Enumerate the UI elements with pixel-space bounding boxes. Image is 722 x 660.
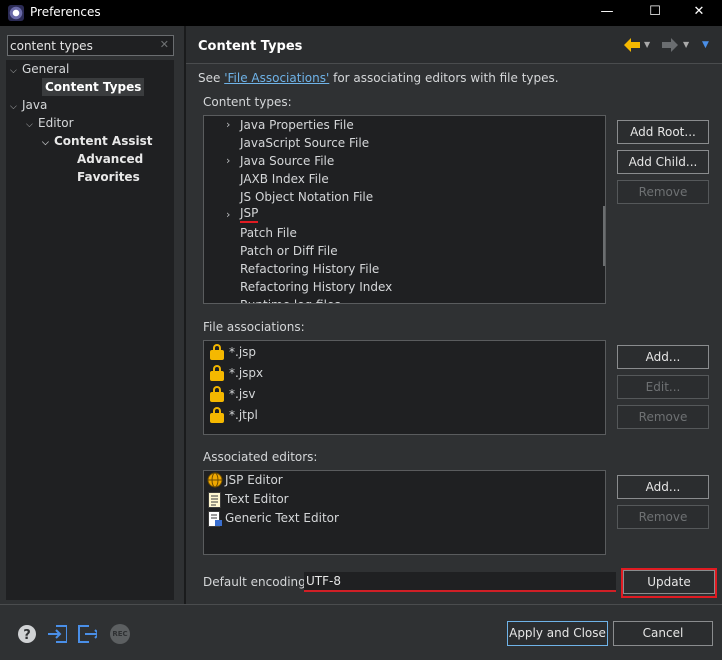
- list-item[interactable]: Generic Text Editor: [204, 509, 604, 528]
- import-icon[interactable]: [47, 624, 67, 644]
- export-icon[interactable]: [77, 624, 97, 644]
- tree-item-label: General: [22, 62, 70, 76]
- list-item[interactable]: JAXB Index File: [204, 170, 604, 188]
- list-item[interactable]: JavaScript Source File: [204, 134, 604, 152]
- associated-editors-list[interactable]: JSP Editor Text Editor Generic Text Edit…: [203, 470, 606, 555]
- file-associations-list[interactable]: *.jsp *.jspx *.jsv *.jtpl: [203, 340, 606, 435]
- page-title: Content Types: [198, 39, 303, 54]
- lock-icon: [210, 365, 224, 381]
- svg-text:?: ?: [23, 628, 31, 643]
- apply-and-close-button[interactable]: Apply and Close: [507, 621, 608, 646]
- preference-page: Content Types ▼ ▼ ▼ See 'File Associatio…: [186, 26, 722, 604]
- remove-file-association-button[interactable]: Remove: [617, 405, 709, 429]
- minimize-button[interactable]: —: [584, 0, 630, 26]
- collapse-toggle-icon[interactable]: ⌵: [26, 116, 38, 134]
- content-types-scrollbar[interactable]: [603, 206, 605, 266]
- expand-chevron-icon[interactable]: ›: [226, 206, 230, 224]
- collapse-toggle-icon[interactable]: ⌵: [42, 134, 54, 152]
- list-item[interactable]: › Java Source File: [204, 152, 604, 170]
- help-icon[interactable]: ?: [17, 624, 37, 644]
- lock-icon: [210, 386, 224, 402]
- tree-item-label: Content Assist: [54, 134, 153, 148]
- preference-navigation-pane: ✕ ⌵General Content Types ⌵Java ⌵Editor ⌵…: [0, 26, 184, 604]
- default-encoding-label: Default encoding:: [203, 575, 310, 589]
- add-file-association-button[interactable]: Add...: [617, 345, 709, 369]
- eclipse-app-icon: [8, 5, 24, 21]
- lock-icon: [210, 407, 224, 423]
- add-editor-button[interactable]: Add...: [617, 475, 709, 499]
- list-item[interactable]: *.jspx: [204, 363, 604, 384]
- add-child-button[interactable]: Add Child...: [617, 150, 709, 174]
- file-associations-label: File associations:: [203, 320, 305, 334]
- remove-content-type-button[interactable]: Remove: [617, 180, 709, 204]
- update-button[interactable]: Update: [623, 570, 715, 594]
- record-icon[interactable]: REC: [110, 624, 130, 644]
- forward-dropdown-icon: ▼: [683, 40, 690, 49]
- collapse-toggle-icon[interactable]: ⌵: [10, 62, 22, 80]
- title-bar: Preferences — ☐ ✕: [0, 0, 722, 26]
- close-window-button[interactable]: ✕: [676, 0, 722, 26]
- back-arrow-icon[interactable]: [623, 37, 641, 53]
- tree-item-label: Content Types: [45, 80, 142, 94]
- list-item-selected[interactable]: › JSP: [204, 206, 604, 224]
- tree-item-editor[interactable]: ⌵ Editor: [26, 114, 74, 132]
- generic-text-editor-icon: [208, 511, 222, 527]
- expand-chevron-icon[interactable]: ›: [226, 116, 230, 134]
- preference-tree: ⌵ General Content Types ⌵ Java ⌵ Editor ⌵ Co…: [6, 60, 174, 600]
- list-item[interactable]: Refactoring History Index: [204, 278, 604, 296]
- list-item[interactable]: JS Object Notation File: [204, 188, 604, 206]
- back-dropdown-icon[interactable]: ▼: [644, 40, 650, 49]
- text-editor-icon: [208, 492, 221, 508]
- list-item[interactable]: *.jsp: [204, 342, 604, 363]
- tree-item-content-types[interactable]: Content Types: [42, 78, 145, 96]
- tree-item-label: Favorites: [77, 170, 140, 184]
- tree-item-favorites[interactable]: Favorites: [77, 168, 140, 186]
- file-associations-hint: See 'File Associations' for associating …: [198, 71, 559, 85]
- list-item[interactable]: Text Editor: [204, 490, 604, 509]
- remove-editor-button[interactable]: Remove: [617, 505, 709, 529]
- page-header: Content Types ▼ ▼ ▼: [186, 26, 722, 64]
- filter-input[interactable]: [10, 37, 156, 54]
- forward-arrow-icon: [662, 38, 678, 52]
- list-item[interactable]: JSP Editor: [204, 471, 604, 490]
- clear-filter-icon[interactable]: ✕: [160, 38, 169, 51]
- list-item[interactable]: Refactoring History File: [204, 260, 604, 278]
- cancel-button[interactable]: Cancel: [613, 621, 713, 646]
- default-encoding-input[interactable]: [304, 572, 616, 592]
- tree-item-java[interactable]: ⌵ Java: [10, 96, 47, 114]
- tree-item-label: Advanced: [77, 152, 144, 166]
- window-title: Preferences: [30, 5, 101, 19]
- content-types-label: Content types:: [203, 95, 292, 109]
- list-item[interactable]: › Java Properties File: [204, 116, 604, 134]
- tree-item-advanced[interactable]: Advanced: [77, 150, 143, 168]
- view-menu-icon[interactable]: ▼: [702, 40, 709, 50]
- dialog-button-bar: ? REC Apply and Close Cancel: [0, 604, 722, 660]
- list-item[interactable]: *.jsv: [204, 384, 604, 405]
- filter-box: ✕: [7, 35, 174, 56]
- expand-chevron-icon[interactable]: ›: [226, 152, 230, 170]
- list-item[interactable]: Patch or Diff File: [204, 242, 604, 260]
- content-types-tree[interactable]: › Java Properties File JavaScript Source…: [203, 115, 606, 304]
- edit-file-association-button[interactable]: Edit...: [617, 375, 709, 399]
- tree-item-label: Java: [22, 98, 48, 112]
- maximize-button[interactable]: ☐: [632, 0, 678, 26]
- list-item[interactable]: Patch File: [204, 224, 604, 242]
- add-root-button[interactable]: Add Root...: [617, 120, 709, 144]
- list-item[interactable]: Runtime log files: [204, 296, 604, 303]
- file-associations-link[interactable]: 'File Associations': [224, 71, 329, 85]
- lock-icon: [210, 344, 224, 360]
- tree-item-content-assist[interactable]: ⌵ Content Assist: [42, 132, 153, 150]
- jsp-editor-globe-icon: [207, 472, 223, 488]
- associated-editors-label: Associated editors:: [203, 450, 318, 464]
- tree-item-label: Editor: [38, 116, 74, 130]
- list-item[interactable]: *.jtpl: [204, 405, 604, 426]
- collapse-toggle-icon[interactable]: ⌵: [10, 98, 22, 116]
- tree-item-general[interactable]: ⌵ General: [10, 60, 69, 78]
